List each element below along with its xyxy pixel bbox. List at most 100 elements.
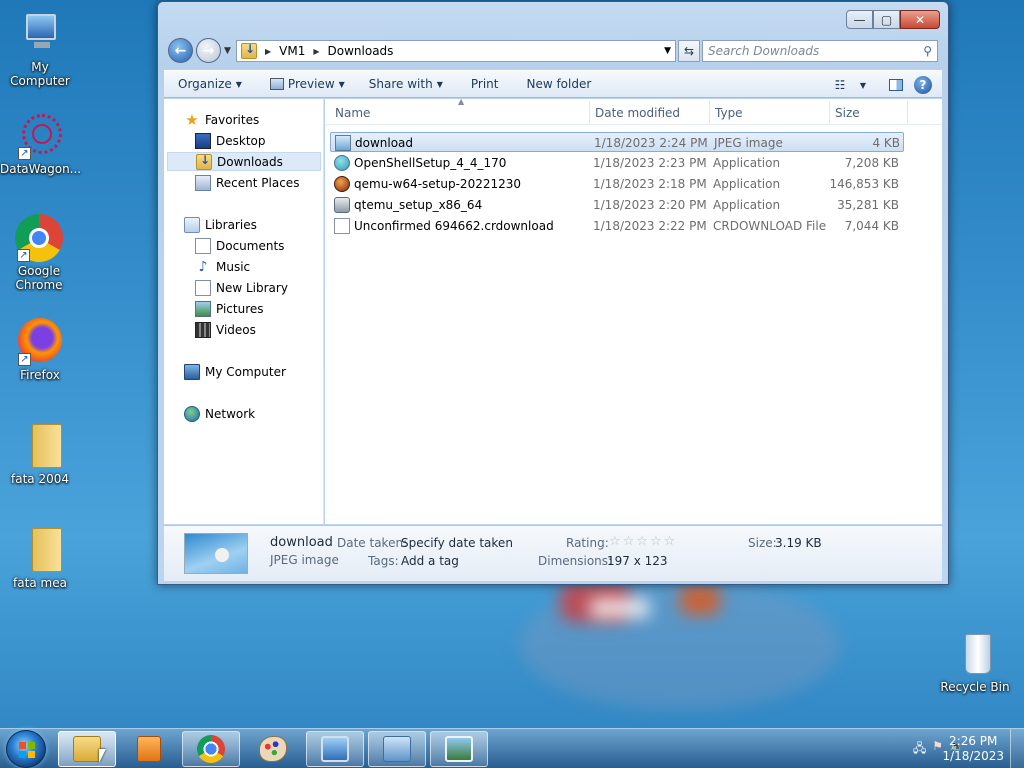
- file-name: OpenShellSetup_4_4_170: [354, 156, 507, 170]
- nav-music[interactable]: ♪ Music: [195, 257, 251, 276]
- recent-pages-dropdown[interactable]: ▼: [224, 46, 231, 56]
- show-desktop-button[interactable]: [1010, 729, 1024, 768]
- nav-label: New Library: [216, 280, 288, 295]
- taskbar-control-panel-button[interactable]: [368, 731, 426, 767]
- desktop-icon: [195, 132, 211, 149]
- jpeg-icon: [335, 135, 351, 151]
- computer-icon: [184, 363, 200, 380]
- column-divider[interactable]: [709, 101, 710, 123]
- help-icon[interactable]: ?: [914, 76, 932, 94]
- preview-pane-icon[interactable]: [886, 75, 906, 95]
- column-date-modified[interactable]: Date modified: [595, 106, 680, 120]
- view-options-icon[interactable]: ☷: [830, 75, 850, 95]
- nav-downloads[interactable]: Downloads: [167, 152, 321, 171]
- search-icon[interactable]: ⚲: [923, 41, 932, 61]
- file-size: 146,853 KB: [829, 177, 899, 191]
- breadcrumb-downloads[interactable]: Downloads: [328, 44, 394, 58]
- command-bar: Organize ▼ Preview ▼ Share with ▼ Print New…: [164, 70, 942, 98]
- file-date: 1/18/2023 2:20 PM: [593, 198, 707, 212]
- wallpaper-shape: [590, 598, 650, 618]
- table-row[interactable]: qemu-w64-setup-20221230 1/18/2023 2:18 P…: [330, 174, 904, 194]
- nav-pictures[interactable]: Pictures: [195, 299, 264, 318]
- pictures-icon: [195, 300, 211, 317]
- desktop-icon-datawagon[interactable]: ↗ DataWagon...: [0, 112, 81, 176]
- new-folder-button[interactable]: New folder: [516, 71, 601, 97]
- desktop-icon-recycle-bin[interactable]: Recycle Bin: [935, 630, 1015, 694]
- network-status-icon[interactable]: 🖧: [913, 739, 926, 760]
- desktop-icon-firefox[interactable]: ↗ Firefox: [0, 318, 80, 382]
- column-type[interactable]: Type: [715, 106, 743, 120]
- breadcrumb-separator-icon[interactable]: ▶: [265, 47, 271, 56]
- breadcrumb-vm1[interactable]: VM1: [279, 44, 305, 58]
- taskbar-photo-viewer-button[interactable]: [430, 731, 488, 767]
- rating-stars[interactable]: ☆☆☆☆☆: [609, 534, 677, 549]
- toolbar-right: ☷ ▼ ?: [830, 75, 932, 95]
- action-center-icon[interactable]: ⚑: [932, 739, 943, 760]
- desktop-icon-google-chrome[interactable]: ↗ Google Chrome: [0, 214, 78, 292]
- start-button[interactable]: [6, 730, 46, 768]
- close-button[interactable]: ✕: [900, 10, 940, 29]
- column-size[interactable]: Size: [835, 106, 860, 120]
- column-name[interactable]: Name: [335, 106, 370, 120]
- downloads-folder-icon: [241, 42, 257, 59]
- file-type: JPEG image: [714, 136, 783, 150]
- column-divider[interactable]: [907, 101, 908, 123]
- search-input[interactable]: Search Downloads ⚲: [702, 40, 938, 62]
- forward-arrow-icon: →: [202, 42, 215, 59]
- print-button[interactable]: Print: [461, 71, 509, 97]
- documents-icon: [195, 237, 211, 254]
- forward-button[interactable]: →: [196, 38, 221, 63]
- details-file-name: download: [270, 535, 333, 550]
- nav-recent-places[interactable]: Recent Places: [195, 173, 299, 192]
- desktop-icon-my-computer[interactable]: My Computer: [0, 10, 80, 88]
- preview-menu[interactable]: Preview ▼: [260, 71, 355, 97]
- taskbar-remote-desktop-button[interactable]: [306, 731, 364, 767]
- nav-network[interactable]: Network: [184, 404, 255, 423]
- taskbar-explorer-button[interactable]: [58, 731, 116, 767]
- table-row[interactable]: download 1/18/2023 2:24 PM JPEG image 4 …: [330, 132, 904, 152]
- taskbar-media-player-button[interactable]: [120, 731, 178, 767]
- nav-favorites[interactable]: ★ Favorites: [184, 110, 259, 129]
- date-taken-value[interactable]: Specify date taken: [401, 536, 513, 550]
- tags-label: Tags:: [368, 554, 399, 568]
- size-label: Size:: [748, 536, 777, 550]
- file-icon: [334, 218, 350, 234]
- nav-new-library[interactable]: New Library: [195, 278, 288, 297]
- organize-menu[interactable]: Organize ▼: [164, 71, 252, 97]
- back-button[interactable]: ←: [168, 38, 193, 63]
- column-divider[interactable]: [589, 101, 590, 123]
- mouse-cursor: [99, 749, 106, 763]
- desktop-icon-fata-2004[interactable]: fata 2004: [0, 422, 80, 486]
- nav-desktop[interactable]: Desktop: [195, 131, 266, 150]
- view-dropdown-icon[interactable]: ▼: [858, 75, 868, 95]
- control-panel-icon: [383, 736, 411, 762]
- table-row[interactable]: Unconfirmed 694662.crdownload 1/18/2023 …: [330, 216, 904, 236]
- file-size: 4 KB: [872, 136, 900, 150]
- desktop-icon-fata-mea[interactable]: fata mea: [0, 526, 80, 590]
- nav-videos[interactable]: Videos: [195, 320, 256, 339]
- tags-value[interactable]: Add a tag: [401, 554, 459, 568]
- desktop-icon-label: Google Chrome: [15, 264, 63, 292]
- address-bar[interactable]: ▶ VM1 ▶ Downloads ▼: [236, 40, 676, 62]
- share-with-menu[interactable]: Share with ▼: [359, 71, 453, 97]
- nav-label: Videos: [216, 322, 256, 337]
- taskbar-chrome-button[interactable]: [182, 731, 240, 767]
- explorer-window[interactable]: — ▢ ✕ ← → ▼ ▶ VM1 ▶ Downloads ▼ ⇆ Search…: [157, 1, 949, 585]
- nav-label: Favorites: [205, 112, 260, 127]
- refresh-button[interactable]: ⇆: [678, 40, 700, 62]
- clock[interactable]: 2:26 PM 1/18/2023: [942, 734, 1004, 764]
- minimize-button[interactable]: —: [846, 10, 873, 29]
- table-row[interactable]: qtemu_setup_x86_64 1/18/2023 2:20 PM App…: [330, 195, 904, 215]
- monitor-icon: [321, 736, 349, 762]
- address-dropdown-icon[interactable]: ▼: [664, 46, 671, 56]
- dimensions-label: Dimensions:: [538, 554, 613, 568]
- nav-my-computer[interactable]: My Computer: [184, 362, 286, 381]
- column-divider[interactable]: [829, 101, 830, 123]
- taskbar-paint-button[interactable]: [244, 731, 302, 767]
- date-taken-label: Date taken:: [337, 536, 408, 550]
- maximize-button[interactable]: ▢: [873, 10, 900, 29]
- table-row[interactable]: OpenShellSetup_4_4_170 1/18/2023 2:23 PM…: [330, 153, 904, 173]
- nav-libraries[interactable]: Libraries: [184, 215, 257, 234]
- nav-documents[interactable]: Documents: [195, 236, 284, 255]
- breadcrumb-separator-icon[interactable]: ▶: [313, 47, 319, 56]
